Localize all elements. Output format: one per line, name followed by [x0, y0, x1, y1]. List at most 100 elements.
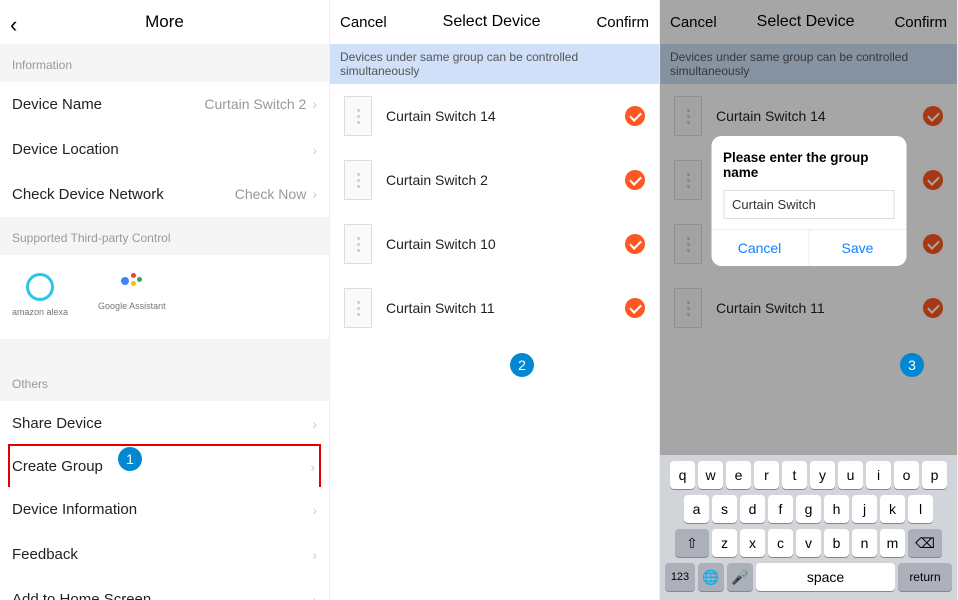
row-check-network[interactable]: Check Device Network Check Now ›	[0, 172, 329, 217]
device-name: Curtain Switch 2	[386, 172, 611, 188]
row-share-device[interactable]: Share Device ›	[0, 401, 329, 446]
key-l[interactable]: l	[908, 495, 933, 523]
chevron-right-icon: ›	[312, 592, 317, 600]
group-name-input[interactable]: Curtain Switch	[723, 190, 894, 219]
label: Device Name	[12, 96, 102, 113]
value: Curtain Switch 2	[204, 96, 306, 112]
numbers-key[interactable]: 123	[665, 563, 695, 591]
device-row[interactable]: Curtain Switch 14	[330, 84, 659, 148]
key-e[interactable]: e	[726, 461, 751, 489]
row-create-group[interactable]: Create Group ›	[8, 444, 321, 489]
device-name: Curtain Switch 14	[386, 108, 611, 124]
group-name-modal: Please enter the group name Curtain Swit…	[711, 136, 906, 266]
key-b[interactable]: b	[824, 529, 849, 557]
key-g[interactable]: g	[796, 495, 821, 523]
section-others: Others	[0, 363, 329, 401]
header: ‹ More	[0, 0, 329, 44]
check-icon[interactable]	[625, 298, 645, 318]
back-icon[interactable]: ‹	[10, 12, 17, 38]
label: Share Device	[12, 415, 102, 432]
key-h[interactable]: h	[824, 495, 849, 523]
check-icon[interactable]	[625, 234, 645, 254]
key-r[interactable]: r	[754, 461, 779, 489]
step-badge-1: 1	[118, 447, 142, 471]
step-badge-3: 3	[900, 353, 924, 377]
key-o[interactable]: o	[894, 461, 919, 489]
shift-key[interactable]: ⇧	[675, 529, 709, 557]
row-device-information[interactable]: Device Information ›	[0, 487, 329, 532]
switch-icon	[344, 96, 372, 136]
label: Check Device Network	[12, 186, 164, 203]
key-v[interactable]: v	[796, 529, 821, 557]
modal-title: Please enter the group name	[711, 136, 906, 190]
key-k[interactable]: k	[880, 495, 905, 523]
key-z[interactable]: z	[712, 529, 737, 557]
check-icon[interactable]	[625, 170, 645, 190]
key-y[interactable]: y	[810, 461, 835, 489]
key-q[interactable]: q	[670, 461, 695, 489]
alexa-icon	[26, 273, 54, 301]
key-w[interactable]: w	[698, 461, 723, 489]
label: Feedback	[12, 546, 78, 563]
chevron-right-icon: ›	[312, 142, 317, 158]
section-thirdparty: Supported Third-party Control	[0, 217, 329, 255]
key-u[interactable]: u	[838, 461, 863, 489]
device-row[interactable]: Curtain Switch 2	[330, 148, 659, 212]
modal-cancel-button[interactable]: Cancel	[711, 230, 809, 266]
page-title: Select Device	[443, 13, 541, 31]
label: Device Information	[12, 501, 137, 518]
label: Add to Home Screen	[12, 591, 151, 600]
label: Device Location	[12, 141, 119, 158]
device-row[interactable]: Curtain Switch 10	[330, 212, 659, 276]
key-n[interactable]: n	[852, 529, 877, 557]
alexa-item[interactable]: amazon alexa	[12, 273, 68, 317]
google-assistant-item[interactable]: Google Assistant	[98, 273, 166, 317]
switch-icon	[344, 224, 372, 264]
chevron-right-icon: ›	[312, 416, 317, 432]
row-device-name[interactable]: Device Name Curtain Switch 2 ›	[0, 82, 329, 127]
chevron-right-icon: ›	[312, 186, 317, 202]
confirm-button[interactable]: Confirm	[596, 14, 649, 31]
check-icon[interactable]	[625, 106, 645, 126]
globe-key[interactable]: 🌐	[698, 563, 724, 591]
label: amazon alexa	[12, 307, 68, 317]
page-title: More	[145, 12, 184, 32]
space-key[interactable]: space	[756, 563, 895, 591]
row-add-home-screen[interactable]: Add to Home Screen ›	[0, 577, 329, 600]
more-settings-panel: ‹ More Information Device Name Curtain S…	[0, 0, 330, 600]
key-p[interactable]: p	[922, 461, 947, 489]
chevron-right-icon: ›	[312, 502, 317, 518]
mic-key[interactable]: 🎤	[727, 563, 753, 591]
switch-icon	[344, 160, 372, 200]
cancel-button[interactable]: Cancel	[340, 14, 387, 31]
value: Check Now	[235, 186, 307, 202]
key-t[interactable]: t	[782, 461, 807, 489]
google-assistant-icon	[121, 273, 143, 295]
key-i[interactable]: i	[866, 461, 891, 489]
key-f[interactable]: f	[768, 495, 793, 523]
modal-save-button[interactable]: Save	[809, 230, 906, 266]
key-d[interactable]: d	[740, 495, 765, 523]
return-key[interactable]: return	[898, 563, 952, 591]
backspace-key[interactable]: ⌫	[908, 529, 942, 557]
key-x[interactable]: x	[740, 529, 765, 557]
key-j[interactable]: j	[852, 495, 877, 523]
row-feedback[interactable]: Feedback ›	[0, 532, 329, 577]
key-m[interactable]: m	[880, 529, 905, 557]
switch-icon	[344, 288, 372, 328]
chevron-right-icon: ›	[312, 96, 317, 112]
chevron-right-icon: ›	[310, 459, 315, 475]
info-banner: Devices under same group can be controll…	[330, 44, 659, 84]
key-s[interactable]: s	[712, 495, 737, 523]
device-name: Curtain Switch 10	[386, 236, 611, 252]
key-c[interactable]: c	[768, 529, 793, 557]
device-row[interactable]: Curtain Switch 11	[330, 276, 659, 340]
name-group-panel: Cancel Select Device Confirm Devices und…	[660, 0, 958, 600]
device-name: Curtain Switch 11	[386, 300, 611, 316]
row-device-location[interactable]: Device Location ›	[0, 127, 329, 172]
section-information: Information	[0, 44, 329, 82]
key-a[interactable]: a	[684, 495, 709, 523]
keyboard[interactable]: qwertyuiop asdfghjkl ⇧ zxcvbnm ⌫ 123 🌐 🎤…	[660, 455, 957, 600]
select-device-panel: Cancel Select Device Confirm Devices und…	[330, 0, 660, 600]
step-badge-2: 2	[510, 353, 534, 377]
